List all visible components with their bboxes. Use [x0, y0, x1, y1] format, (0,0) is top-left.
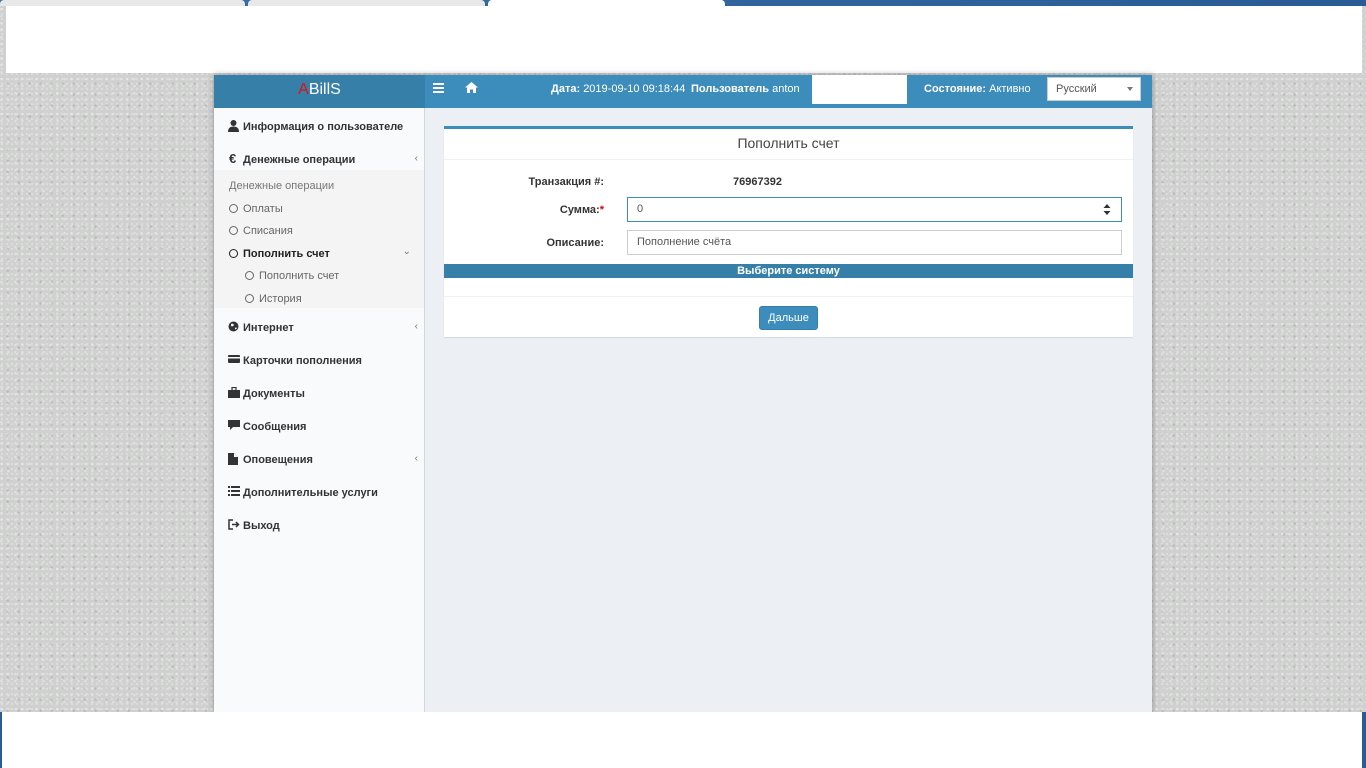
circle-icon — [229, 226, 238, 235]
blank-overlay-bottom — [2, 712, 1362, 768]
sidebar-item-label: Информация о пользователе — [243, 121, 404, 133]
subitem-label: Пополнить счет — [259, 270, 340, 282]
sidebar-item-label: Карточки пополнения — [243, 355, 362, 367]
main-header: ABillS Дата: 2019-09-10 09:18:44 Пользов… — [214, 75, 1152, 108]
globe-icon — [228, 321, 240, 333]
sidebar-item-documents[interactable]: Документы — [214, 383, 424, 409]
sidebar-item-logout[interactable]: Выход — [214, 515, 424, 541]
transaction-label: Транзакция #: — [528, 176, 604, 188]
language-value: Русский — [1056, 83, 1097, 95]
sidebar-item-label: Документы — [243, 388, 305, 400]
logo[interactable]: ABillS — [214, 75, 425, 108]
state-info: Состояние: Активно — [924, 83, 1031, 95]
chevron-left-icon: ‹ — [414, 153, 418, 164]
topup-form-box: Пополнить счет Транзакция #: 76967392 Су… — [444, 126, 1133, 337]
date-label: Дата: — [551, 83, 581, 95]
select-system-bar: Выберите систему — [444, 264, 1133, 278]
state-value: Активно — [989, 83, 1031, 95]
sidebar-item-label: Денежные операции — [243, 154, 356, 166]
date-value: 2019-09-10 09:18:44 — [583, 83, 686, 95]
subitem-label: История — [259, 293, 302, 305]
file-icon — [228, 453, 240, 465]
sidebar-item-internet[interactable]: Интернет ‹ — [214, 317, 424, 343]
sidebar-item-extra-services[interactable]: Дополнительные услуги — [214, 482, 424, 508]
page-title: Пополнить счет — [444, 129, 1133, 160]
description-label: Описание: — [546, 237, 604, 249]
user-icon — [228, 120, 240, 132]
home-icon[interactable] — [465, 82, 483, 100]
taskbar-edge-right — [1362, 712, 1366, 768]
sidebar-item-notifications[interactable]: Оповещения ‹ — [214, 449, 424, 475]
sidebar-subitem-topup[interactable]: Пополнить счет ⌄ — [229, 246, 411, 260]
chevron-left-icon: ‹ — [414, 321, 418, 332]
sidebar-item-label: Сообщения — [243, 421, 307, 433]
transaction-value: 76967392 — [733, 176, 782, 188]
credit-card-icon — [228, 354, 240, 366]
hamburger-menu-icon[interactable] — [433, 82, 451, 100]
chevron-down-icon: ⌄ — [402, 246, 411, 257]
chevron-left-icon: ‹ — [414, 453, 418, 464]
required-mark: * — [599, 204, 604, 216]
subitem-label: Списания — [243, 225, 293, 237]
logo-text: BillS — [308, 81, 341, 98]
user-info: Пользователь anton — [691, 83, 800, 95]
app-window: ABillS Дата: 2019-09-10 09:18:44 Пользов… — [214, 75, 1152, 712]
sidebar-item-label: Дополнительные услуги — [243, 487, 378, 499]
briefcase-icon — [228, 386, 240, 399]
sidebar-subitem-charges[interactable]: Списания — [229, 225, 293, 237]
blank-overlay-top — [6, 6, 1362, 73]
sidebar-item-label: Интернет — [243, 322, 294, 334]
sum-value: 0 — [637, 203, 644, 215]
circle-icon — [229, 249, 238, 258]
description-input[interactable]: Пополнение счёта — [627, 230, 1122, 255]
divider — [444, 296, 1133, 297]
sidebar-item-messages[interactable]: Сообщения — [214, 416, 424, 442]
state-label: Состояние: — [924, 83, 987, 95]
logo-prefix: A — [298, 81, 309, 98]
sum-label: Сумма:* — [559, 204, 604, 216]
sidebar-item-label: Выход — [243, 520, 280, 532]
caret-down-icon — [1127, 87, 1133, 91]
sidebar-subitem-payments[interactable]: Оплаты — [229, 203, 283, 215]
sidebar: Информация о пользователе € Денежные опе… — [214, 108, 425, 712]
sidebar-item-money-operations[interactable]: € Денежные операции ‹ — [214, 149, 424, 175]
submenu-header: Денежные операции — [229, 180, 335, 192]
language-select[interactable]: Русский — [1047, 77, 1141, 101]
sidebar-subitem-topup-account[interactable]: Пополнить счет — [245, 270, 339, 282]
euro-icon: € — [229, 151, 237, 166]
sidebar-subitem-history[interactable]: История — [245, 293, 302, 305]
next-button[interactable]: Дальше — [759, 306, 818, 330]
date-info: Дата: 2019-09-10 09:18:44 — [551, 83, 685, 95]
spinner-arrows-icon[interactable] — [1103, 204, 1111, 215]
logout-icon — [228, 519, 240, 531]
sum-input[interactable]: 0 — [627, 197, 1122, 222]
comment-icon — [228, 420, 240, 432]
circle-icon — [229, 204, 238, 213]
description-value: Пополнение счёта — [637, 236, 732, 248]
user-label: Пользователь — [691, 83, 770, 95]
list-icon — [228, 486, 240, 498]
subitem-label: Оплаты — [243, 203, 283, 215]
subitem-label: Пополнить счет — [243, 248, 330, 260]
circle-icon — [245, 294, 254, 303]
sidebar-item-topup-cards[interactable]: Карточки пополнения — [214, 350, 424, 376]
sidebar-item-label: Оповещения — [243, 454, 313, 466]
sidebar-item-user-info[interactable]: Информация о пользователе — [214, 116, 424, 142]
header-blank-area — [812, 75, 907, 104]
circle-icon — [245, 271, 254, 280]
user-value: anton — [772, 83, 800, 95]
